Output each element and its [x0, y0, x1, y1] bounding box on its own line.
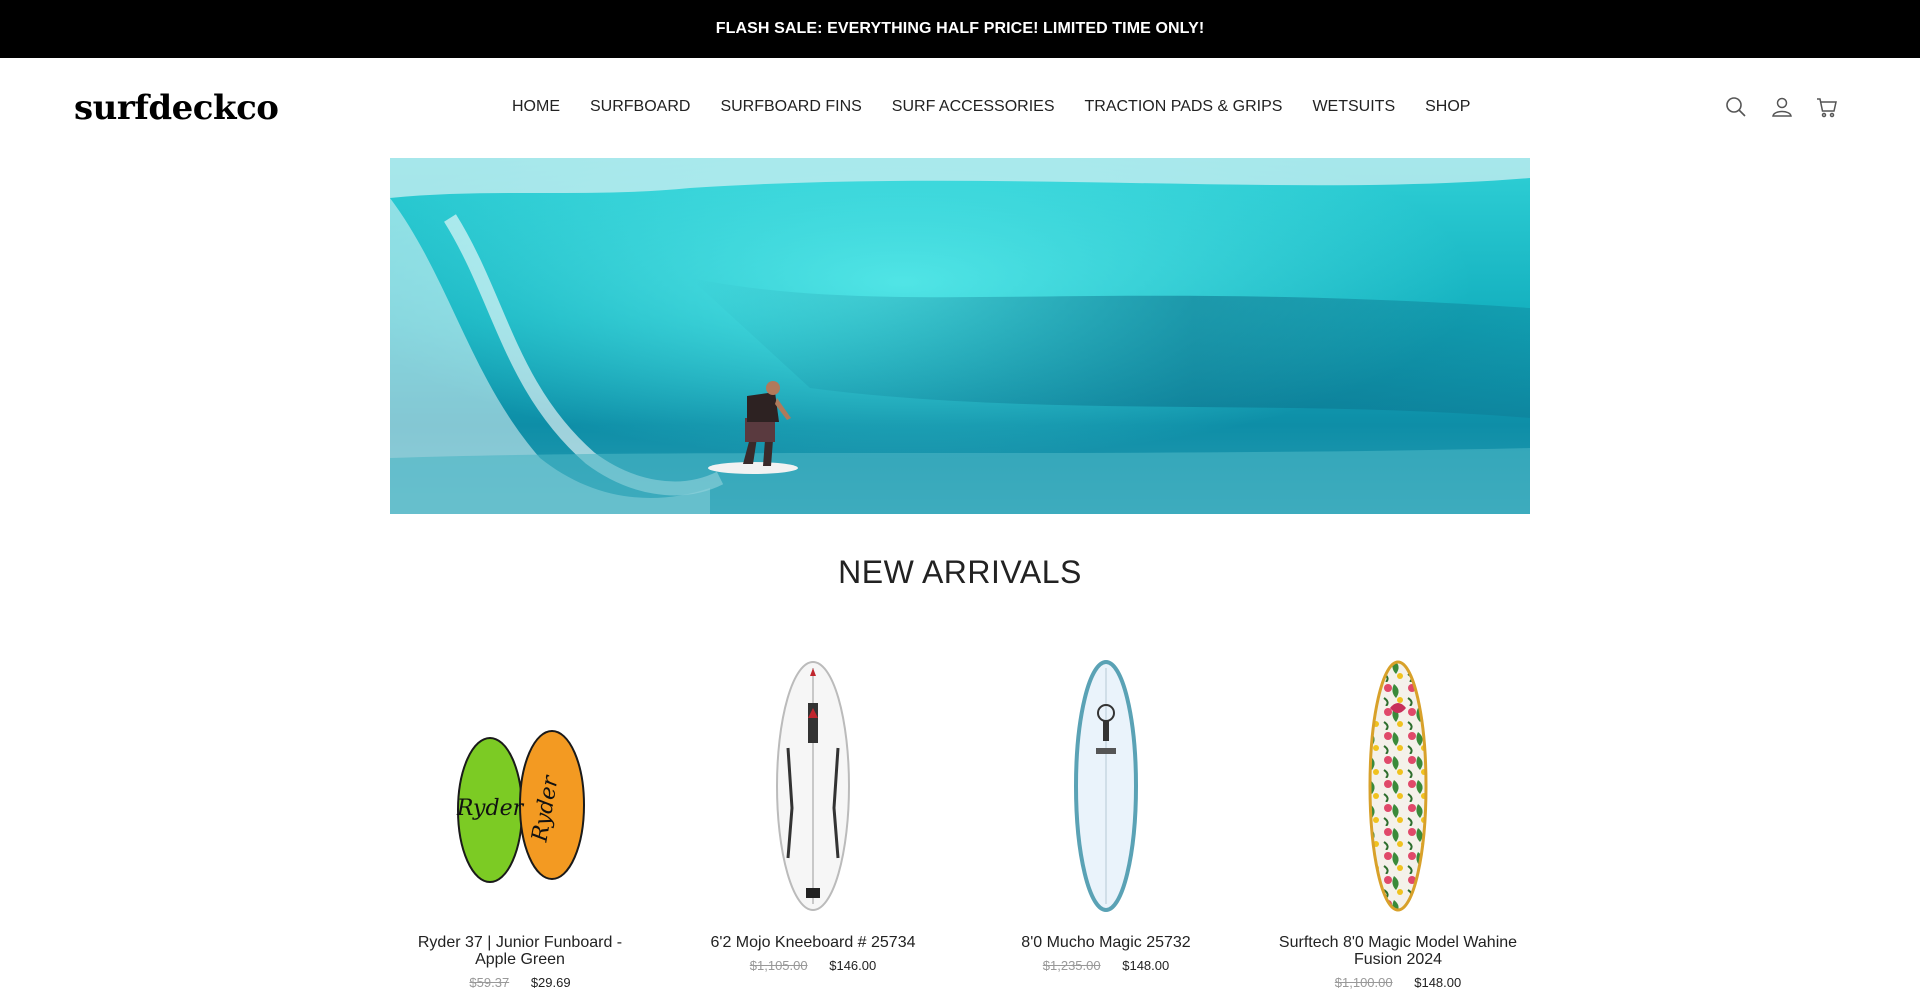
announcement-text: FLASH SALE: EVERYTHING HALF PRICE! LIMIT…: [715, 20, 1205, 37]
site-header: surfdeckco HOME SURFBOARD SURFBOARD FINS…: [0, 58, 1920, 158]
product-old-price: $1,100.00: [1334, 975, 1393, 990]
product-image[interactable]: [683, 655, 943, 915]
product-image[interactable]: [1268, 655, 1528, 915]
product-image[interactable]: Ryder Ryder: [390, 655, 650, 915]
header-icons: [1724, 95, 1839, 119]
product-old-price: $59.37: [469, 975, 510, 990]
nav-surf-accessories[interactable]: SURF ACCESSORIES: [892, 98, 1055, 116]
hero-surf-image: [390, 158, 1530, 514]
product-price: $148.00: [1414, 975, 1462, 990]
product-name[interactable]: 8'0 Mucho Magic 25732: [976, 934, 1236, 951]
hero-banner[interactable]: [390, 158, 1530, 514]
main-nav: HOME SURFBOARD SURFBOARD FINS SURF ACCES…: [512, 98, 1470, 116]
nav-shop[interactable]: SHOP: [1425, 98, 1470, 116]
site-logo[interactable]: surfdeckco: [74, 88, 279, 128]
product-card[interactable]: Surftech 8'0 Magic Model Wahine Fusion 2…: [1268, 655, 1528, 990]
search-icon[interactable]: [1724, 95, 1748, 119]
product-image[interactable]: [976, 655, 1236, 915]
product-price: $29.69: [530, 975, 571, 990]
product-price: $146.00: [829, 958, 877, 973]
product-name[interactable]: 6'2 Mojo Kneeboard # 25734: [683, 934, 943, 951]
nav-surfboard-fins[interactable]: SURFBOARD FINS: [720, 98, 861, 116]
nav-surfboard[interactable]: SURFBOARD: [590, 98, 690, 116]
announcement-bar: FLASH SALE: EVERYTHING HALF PRICE! LIMIT…: [0, 0, 1920, 58]
nav-home[interactable]: HOME: [512, 98, 560, 116]
product-card[interactable]: Ryder Ryder Ryder 37 | Junior Funboard -…: [390, 655, 650, 990]
product-old-price: $1,105.00: [749, 958, 808, 973]
product-price: $148.00: [1122, 958, 1170, 973]
product-name[interactable]: Ryder 37 | Junior Funboard - Apple Green: [390, 934, 650, 968]
nav-wetsuits[interactable]: WETSUITS: [1312, 98, 1395, 116]
product-name[interactable]: Surftech 8'0 Magic Model Wahine Fusion 2…: [1268, 934, 1528, 968]
account-icon[interactable]: [1770, 95, 1794, 119]
cart-icon[interactable]: [1815, 95, 1839, 119]
product-card[interactable]: 6'2 Mojo Kneeboard # 25734 $1,105.00 $14…: [683, 655, 943, 973]
svg-text:Ryder: Ryder: [456, 796, 525, 821]
product-old-price: $1,235.00: [1042, 958, 1101, 973]
nav-traction-pads-grips[interactable]: TRACTION PADS & GRIPS: [1085, 98, 1283, 116]
product-card[interactable]: 8'0 Mucho Magic 25732 $1,235.00 $148.00: [976, 655, 1236, 973]
section-title: NEW ARRIVALS: [838, 554, 1082, 590]
